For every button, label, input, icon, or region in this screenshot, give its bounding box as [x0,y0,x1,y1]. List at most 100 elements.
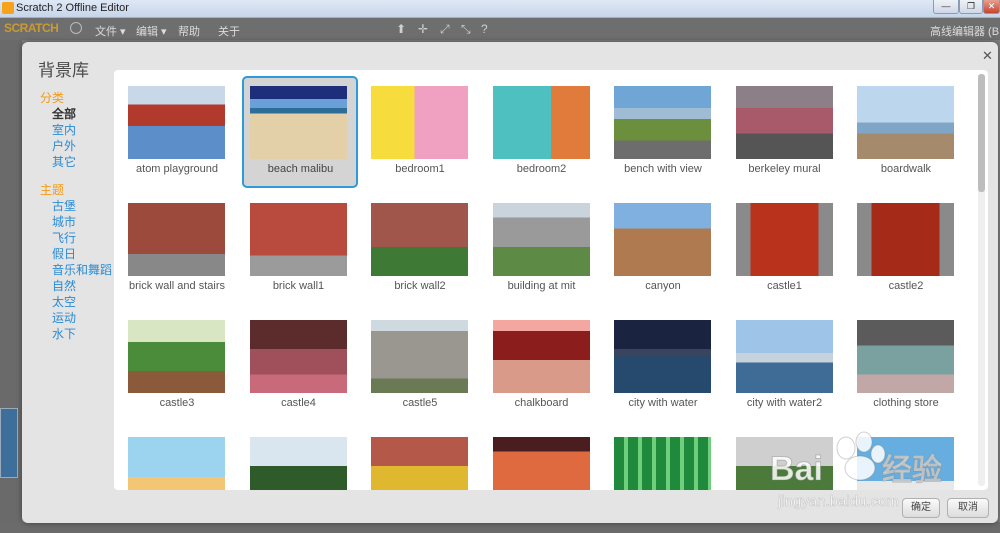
backdrop-thumbnail [371,437,468,490]
backdrop-item[interactable] [606,427,722,490]
backdrop-item[interactable] [242,427,358,490]
scratch-menubar: SCRATCH 文件 ▾ 编辑 ▾ 帮助 关于 ⬆ ✛ ⤢ ⤡ ? 高线编辑器 … [0,18,1000,40]
cancel-button[interactable]: 取消 [947,498,989,518]
menu-edit[interactable]: 编辑 ▾ [136,23,167,39]
backdrop-library-dialog: 背景库 ✕ 分类 全部 室内 户外 其它 主题 古堡 城市 飞行 假日 音乐和舞… [22,42,998,523]
backdrop-label: brick wall and stairs [129,280,225,292]
editor-bottom-strip [0,522,1000,533]
backdrop-item[interactable]: clothing store [849,310,965,422]
backdrop-label: atom playground [136,163,218,175]
backdrop-item[interactable]: brick wall1 [242,193,358,305]
backdrop-item[interactable]: castle4 [242,310,358,422]
delete-tool-icon[interactable]: ✛ [418,22,428,36]
backdrop-thumbnail [371,203,468,276]
backdrop-label: berkeley mural [748,163,821,175]
backdrop-item[interactable]: bedroom2 [485,76,601,188]
backdrop-thumbnail [735,437,833,490]
backdrop-label: chalkboard [514,397,569,409]
backdrop-thumbnail [371,86,468,159]
backdrop-thumbnail [735,203,833,276]
backdrop-thumbnail [249,203,347,276]
backdrop-thumbnail [128,203,225,276]
backdrop-thumbnail [128,86,225,159]
backdrop-thumbnail [614,203,711,276]
backdrop-label: clothing store [873,397,939,409]
backdrop-item[interactable]: beach malibu [241,76,358,188]
shrink-tool-icon[interactable]: ⤡ [461,22,471,37]
grow-tool-icon[interactable]: ⤢ [440,22,450,37]
backdrop-item[interactable] [363,427,479,490]
backdrop-thumbnail [249,320,347,393]
backdrop-item[interactable]: chalkboard [485,310,601,422]
window-close-button[interactable]: ✕ [983,0,1000,14]
backdrop-thumbnail [492,320,590,393]
dialog-title: 背景库 [38,61,89,80]
backdrop-item[interactable]: city with water2 [728,310,844,422]
backdrop-label: city with water [628,397,698,409]
window-title: Scratch 2 Offline Editor [16,2,129,14]
backdrop-item[interactable]: city with water [606,310,722,422]
menu-file[interactable]: 文件 ▾ [95,23,126,39]
backdrop-item[interactable]: bench with view [606,76,722,188]
help-tool-icon[interactable]: ? [481,22,488,36]
backdrop-label: castle1 [767,280,802,292]
backdrop-thumbnail [735,320,833,393]
backdrop-thumbnail [249,437,347,490]
backdrop-label: brick wall2 [394,280,446,292]
backdrop-item[interactable] [728,427,844,490]
maximize-button[interactable]: ❐ [959,0,983,14]
backdrop-item[interactable]: castle3 [120,310,236,422]
backdrop-label: brick wall1 [272,280,325,292]
backdrop-item[interactable]: brick wall and stairs [120,193,236,305]
backdrop-item[interactable]: building at mit [485,193,601,305]
backdrop-label: bench with view [624,163,702,175]
backdrop-item[interactable]: bedroom1 [363,76,479,188]
backdrop-thumbnail [614,437,711,490]
backdrop-label: bedroom1 [395,163,445,175]
menu-help[interactable]: 帮助 [178,23,200,39]
dialog-close-icon[interactable]: ✕ [982,48,993,64]
backdrop-thumbnail [614,320,711,393]
backdrop-item[interactable]: brick wall2 [363,193,479,305]
backdrop-item[interactable]: castle5 [363,310,479,422]
backdrop-label: bedroom2 [516,163,567,175]
backdrop-item[interactable]: atom playground [120,76,236,188]
backdrop-thumbnail [614,86,711,159]
backdrop-item[interactable]: castle2 [849,193,965,305]
backdrop-item[interactable]: castle1 [728,193,844,305]
grid-scrollbar[interactable] [978,74,985,486]
backdrop-thumbnail [857,203,954,276]
sprite-thumbnail [0,408,18,478]
backdrop-label: boardwalk [880,163,932,175]
backdrop-thumbnail [492,203,590,276]
editor-mode-label: 高线编辑器 (B [930,26,1000,38]
backdrop-label: city with water2 [746,397,823,409]
minimize-button[interactable]: — [933,0,959,14]
backdrop-thumbnail [735,86,833,159]
menu-about[interactable]: 关于 [218,23,240,39]
backdrop-item[interactable]: berkeley mural [728,76,844,188]
ok-button[interactable]: 确定 [902,498,940,518]
backdrop-label: castle5 [402,397,438,409]
backdrop-thumbnail [249,86,347,159]
backdrop-item[interactable] [485,427,601,490]
backdrop-thumbnail [492,86,590,159]
backdrop-thumbnail [857,320,954,393]
language-globe-icon[interactable] [70,22,82,34]
backdrop-thumbnail [128,320,225,393]
window-titlebar: Scratch 2 Offline Editor — ❐ ✕ [0,0,1000,18]
backdrop-thumbnail [371,320,468,393]
backdrop-label: castle4 [281,397,316,409]
backdrop-label: castle3 [159,397,195,409]
backdrop-label: canyon [645,280,681,292]
scratch-logo[interactable]: SCRATCH [4,21,59,35]
scrollbar-thumb[interactable] [978,74,985,192]
backdrop-item[interactable]: boardwalk [849,76,965,188]
backdrop-thumbnail [128,437,225,490]
backdrop-item[interactable] [849,427,965,490]
backdrop-item[interactable]: canyon [606,193,722,305]
backdrop-label: castle2 [888,280,924,292]
duplicate-tool-icon[interactable]: ⬆ [396,22,406,36]
app-icon [2,2,14,14]
backdrop-item[interactable] [120,427,236,490]
